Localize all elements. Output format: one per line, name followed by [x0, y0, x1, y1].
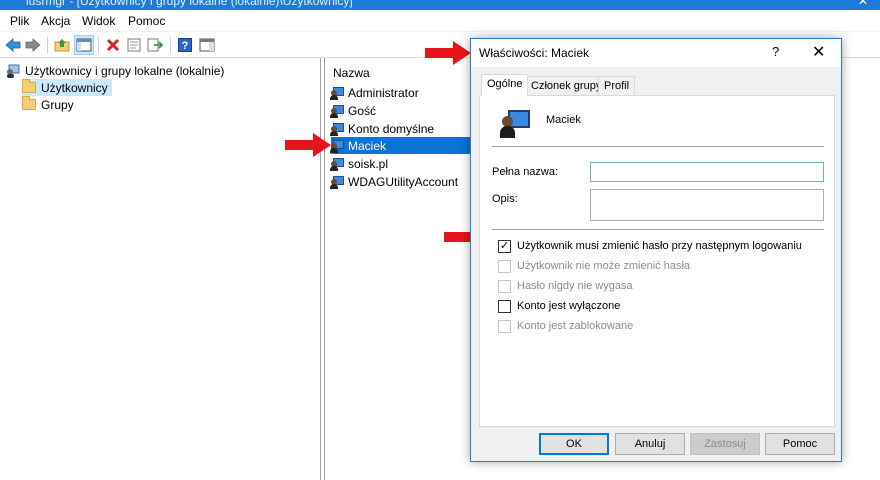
checkbox-label: Hasło nigdy nie wygasa — [517, 280, 633, 292]
window-titlebar: lusrmgr - [Użytkownicy i grupy lokalne (… — [0, 0, 880, 10]
tree-item-label: Użytkownicy — [41, 80, 108, 95]
toolbar-separator — [98, 37, 99, 53]
computer-users-icon — [6, 64, 20, 78]
export-list-icon[interactable] — [146, 36, 164, 54]
menu-akcja[interactable]: Akcja — [41, 14, 70, 28]
list-item-soisk[interactable]: soisk.pl — [330, 155, 471, 172]
list-item-label: Administrator — [348, 85, 419, 100]
checkbox-account-disabled[interactable]: Konto jest wyłączone — [498, 298, 620, 314]
tree-root-label: Użytkownicy i grupy lokalne (lokalnie) — [25, 63, 225, 78]
folder-icon — [22, 96, 36, 110]
svg-text:?: ? — [182, 40, 189, 52]
list-item-wdagutilityaccount[interactable]: WDAGUtilityAccount — [330, 173, 491, 190]
window-title: lusrmgr - [Użytkownicy i grupy lokalne (… — [26, 0, 353, 8]
annotation-arrow-user — [285, 133, 331, 157]
tab-page-ogolne: Maciek Pełna nazwa: Opis: ✓ Użytkownik m… — [479, 95, 835, 427]
tab-profil[interactable]: Profil — [598, 76, 636, 96]
folder-icon — [22, 79, 36, 93]
help-icon[interactable]: ? — [176, 36, 194, 54]
back-arrow-icon[interactable] — [4, 36, 22, 54]
list-item-label: Konto domyślne — [348, 121, 435, 136]
cancel-button[interactable]: Anuluj — [615, 433, 685, 455]
checkbox-icon[interactable] — [498, 319, 511, 333]
window-close-button[interactable]: ✕ — [858, 0, 868, 8]
list-item-konto-domyslne[interactable]: Konto domyślne — [330, 120, 471, 137]
ok-button[interactable]: OK — [539, 433, 609, 455]
full-name-field[interactable] — [590, 162, 824, 182]
description-field[interactable] — [590, 189, 824, 221]
description-label: Opis: — [492, 193, 518, 205]
menu-pomoc[interactable]: Pomoc — [128, 14, 165, 28]
checkbox-label: Użytkownik nie może zmienić hasła — [517, 260, 691, 272]
toolbar-separator — [170, 37, 171, 53]
tab-ogolne[interactable]: Ogólne — [481, 74, 529, 96]
checkbox-password-never-expires[interactable]: Hasło nigdy nie wygasa — [498, 278, 633, 294]
user-icon — [330, 86, 345, 100]
list-item-label: WDAGUtilityAccount — [348, 174, 459, 189]
checkbox-icon[interactable] — [498, 279, 511, 293]
checkbox-label: Konto jest zablokowane — [517, 320, 634, 332]
list-item-administrator[interactable]: Administrator — [330, 84, 471, 101]
console-tree: Użytkownicy i grupy lokalne (lokalnie) U… — [0, 58, 321, 480]
show-tree-icon[interactable] — [74, 35, 94, 55]
user-icon — [330, 157, 345, 171]
properties-dialog: Właściwości: Maciek ? ✕ Ogólne Członek g… — [470, 38, 842, 462]
list-item-maciek[interactable]: Maciek — [330, 137, 471, 154]
username-label: Maciek — [546, 114, 581, 126]
menubar: Plik Akcja Widok Pomoc — [0, 10, 880, 32]
delete-icon[interactable] — [104, 36, 122, 54]
dialog-title: Właściwości: Maciek — [479, 46, 590, 60]
full-name-label: Pełna nazwa: — [492, 166, 559, 178]
menu-widok[interactable]: Widok — [82, 14, 115, 28]
checkbox-account-locked[interactable]: Konto jest zablokowane — [498, 318, 633, 334]
forward-arrow-icon[interactable] — [24, 36, 42, 54]
tree-item-uzytkownicy[interactable]: Użytkownicy — [22, 79, 112, 96]
checkbox-checked-icon[interactable]: ✓ — [498, 239, 511, 253]
checkbox-icon[interactable] — [498, 299, 511, 313]
list-item-label: soisk.pl — [348, 156, 389, 171]
tab-czlonek-grupy[interactable]: Członek grupy — [525, 76, 608, 96]
help-button[interactable]: Pomoc — [765, 433, 835, 455]
menu-plik[interactable]: Plik — [10, 14, 29, 28]
checkbox-cannot-change-password[interactable]: Użytkownik nie może zmienić hasła — [498, 258, 690, 274]
toolbar-separator — [47, 37, 48, 53]
user-icon — [330, 104, 345, 118]
dialog-titlebar: Właściwości: Maciek ? ✕ — [471, 39, 841, 67]
tree-item-grupy[interactable]: Grupy — [22, 96, 74, 113]
list-item-label: Gość — [348, 103, 377, 118]
annotation-arrow-title — [425, 41, 471, 65]
user-icon — [330, 175, 345, 189]
checkbox-label: Użytkownik musi zmienić hasło przy nastę… — [517, 240, 802, 252]
checkbox-must-change-password[interactable]: ✓ Użytkownik musi zmienić hasło przy nas… — [498, 238, 802, 254]
checkbox-label: Konto jest wyłączone — [517, 300, 621, 312]
user-icon — [330, 122, 345, 136]
dialog-help-button[interactable]: ? — [772, 44, 779, 59]
divider — [492, 229, 824, 230]
tree-item-label: Grupy — [41, 97, 74, 112]
apply-button[interactable]: Zastosuj — [690, 433, 760, 455]
up-folder-icon[interactable] — [53, 36, 71, 54]
divider — [492, 146, 824, 147]
user-icon — [330, 139, 345, 153]
user-icon — [500, 108, 530, 138]
dialog-close-button[interactable]: ✕ — [812, 42, 825, 62]
checkbox-icon[interactable] — [498, 259, 511, 273]
list-item-label: Maciek — [348, 138, 387, 153]
list-item-gosc[interactable]: Gość — [330, 102, 471, 119]
properties-icon[interactable] — [125, 36, 143, 54]
show-action-pane-icon[interactable] — [198, 36, 216, 54]
column-header-nazwa[interactable]: Nazwa — [333, 66, 370, 80]
tree-root[interactable]: Użytkownicy i grupy lokalne (lokalnie) — [6, 62, 224, 79]
